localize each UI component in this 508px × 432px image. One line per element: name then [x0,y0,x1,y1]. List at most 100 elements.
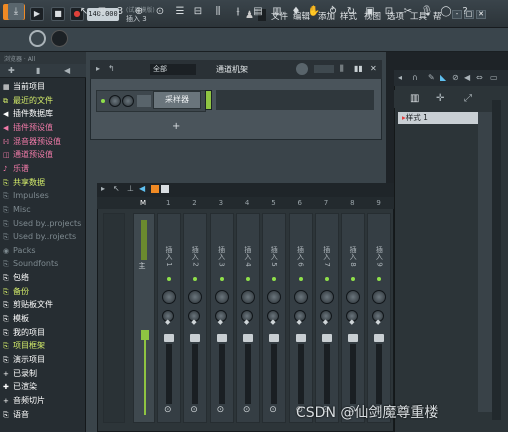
mixer-swap-icon[interactable]: ◆ [375,318,380,326]
mixer-speaker-icon[interactable]: ◀ [139,184,145,193]
playlist-pattern-icon[interactable]: ▥ [410,93,419,104]
mixer-volume-track[interactable] [271,344,278,404]
delete-icon[interactable]: ⊘ [452,73,459,82]
brush-icon[interactable]: ◣ [440,73,446,82]
browser-icon[interactable]: ⊙ [152,3,168,20]
plugin-icon[interactable]: ▤ [250,3,266,20]
mixer-pan-knob[interactable] [162,290,176,304]
browser-item[interactable]: ◫ 通道预设值 [0,148,86,162]
mixer-tool-icon[interactable]: ⊥ [127,184,134,193]
rack-swing-slider[interactable] [314,65,334,73]
rack-close-icon[interactable]: ✕ [370,64,377,73]
mixer-volume-track[interactable] [166,344,172,404]
mixer-view-a-icon[interactable] [151,185,159,193]
rack-swing-knob[interactable] [296,63,308,75]
mixer-volume-track[interactable] [192,344,199,404]
play-button[interactable]: ▶ [30,7,44,21]
browser-item[interactable]: ⎘ 语音 [0,408,86,422]
close-button[interactable]: ✕ [476,10,486,19]
mixer-pan-knob[interactable] [214,290,229,304]
mixer-fader-cap[interactable] [295,334,306,342]
add-channel-button[interactable]: + [172,121,180,132]
render-icon[interactable]: ⊡ [381,3,397,20]
select-icon[interactable]: ▭ [490,73,498,82]
mixer-volume-track[interactable] [244,344,251,404]
browser-item[interactable]: ♪ 乐谱 [0,162,86,176]
channel-led[interactable] [101,99,105,103]
browser-item[interactable]: ◉ Packs [0,244,86,258]
browser-item[interactable]: ⎘ Misc [0,203,86,217]
mixer-swap-icon[interactable]: ◆ [323,318,328,326]
browser-item[interactable]: ◀ 插件预设值 [0,121,86,135]
channel-sampler-button[interactable]: 采样器 [153,91,201,109]
save-icon[interactable]: ▣ [362,3,378,20]
step-icon[interactable]: ⊞ [94,3,110,20]
mixer-swap-icon[interactable]: ◆ [297,318,302,326]
rack-menu-icon[interactable]: ▸ [96,64,100,73]
mixer-fader-cap[interactable] [348,334,359,342]
pin-icon[interactable]: ♦ [288,3,304,20]
chat-icon[interactable]: ◯ [438,3,454,20]
mixer-volume-track[interactable] [350,344,357,404]
arrow-icon[interactable]: ↖ [76,3,92,20]
mixer-route-icon[interactable]: ⊙ [269,405,277,415]
playlist-scrollbar[interactable] [492,100,501,420]
mixer-strip-led[interactable] [219,277,224,281]
browser-item[interactable]: ⎘ 模板 [0,312,86,326]
browser-item[interactable]: ⧉ 最近的文件 [0,94,86,108]
mic-icon[interactable]: 🎙 [419,3,435,20]
download-icon[interactable]: ⤓ [8,3,24,20]
rack-step-icon[interactable]: ▮▮ [354,64,363,73]
browser-item[interactable]: ⎘ 我的项目 [0,326,86,340]
mixer-pan-knob[interactable] [319,290,334,304]
master-knob-icon[interactable] [51,30,68,47]
rack-graph-icon[interactable]: ⫼ [340,64,344,74]
mixer-swap-icon[interactable]: ◆ [349,318,354,326]
mixer-volume-track[interactable] [323,344,330,404]
mixer-pan-knob[interactable] [293,290,308,304]
channel-select-indicator[interactable] [205,90,212,110]
browser-file-icon[interactable]: ▮ [36,66,40,75]
channel-steps[interactable] [216,90,374,110]
mixer-strip-led[interactable] [245,277,250,281]
browser-item[interactable]: ⎘ Used by..rojects [0,230,86,244]
mixer-icon[interactable]: ☰ [172,3,188,20]
mixer-route-icon[interactable]: ⊙ [190,405,198,415]
browser-collapse-icon[interactable]: ✚ [8,66,15,75]
clip-icon[interactable]: ▥ [269,3,285,20]
mixer-strip-led[interactable] [324,277,329,281]
mixer-route-icon[interactable]: ⊙ [164,405,172,415]
tools-icon[interactable]: ✂ [400,3,416,20]
sliders-icon[interactable]: ⫲ [230,3,246,20]
mixer-swap-icon[interactable]: ◆ [244,318,249,326]
pencil-icon[interactable]: ✎ [428,73,435,82]
browser-item[interactable]: ℍ 混音器预设值 [0,135,86,149]
hand-icon[interactable]: ✋ [306,3,322,20]
browser-item[interactable]: ⎘ Used by..projects [0,217,86,231]
link-icon[interactable]: ⥁ [325,3,341,20]
browser-back-icon[interactable]: ◀ [64,66,70,75]
mixer-fader-cap[interactable] [374,334,385,342]
playlist-icon[interactable]: ⊕ [131,3,147,20]
piano-roll-icon[interactable]: 3 [112,3,128,20]
mixer-pan-knob[interactable] [240,290,255,304]
magnet-icon[interactable]: ∩ [412,73,418,82]
mixer-view-b-icon[interactable] [161,185,169,193]
channel-rack-icon[interactable]: ⊟ [190,3,206,20]
mixer-master-fader[interactable] [141,220,147,260]
playlist-menu-icon[interactable]: ◂ [398,73,402,82]
browser-item[interactable]: ⎘ 共享数据 [0,176,86,190]
slip-icon[interactable]: ⇔ [476,73,483,82]
browser-item[interactable]: ⎘ 项目框架 [0,339,86,353]
equalizer-icon[interactable]: ⫼ [210,3,226,20]
mixer-current-strip[interactable] [103,213,125,423]
browser-item[interactable]: + 已录制 [0,367,86,381]
browser-item[interactable]: ⎘ 包络 [0,271,86,285]
mixer-volume-track[interactable] [218,344,225,404]
help-icon[interactable]: ? [457,3,473,20]
mixer-swap-icon[interactable]: ◆ [191,318,196,326]
mixer-fader-cap[interactable] [216,334,227,342]
mixer-swap-icon[interactable]: ◆ [165,318,170,326]
mixer-fader-cap[interactable] [269,334,280,342]
rack-filter-select[interactable]: 全部 [150,64,196,75]
